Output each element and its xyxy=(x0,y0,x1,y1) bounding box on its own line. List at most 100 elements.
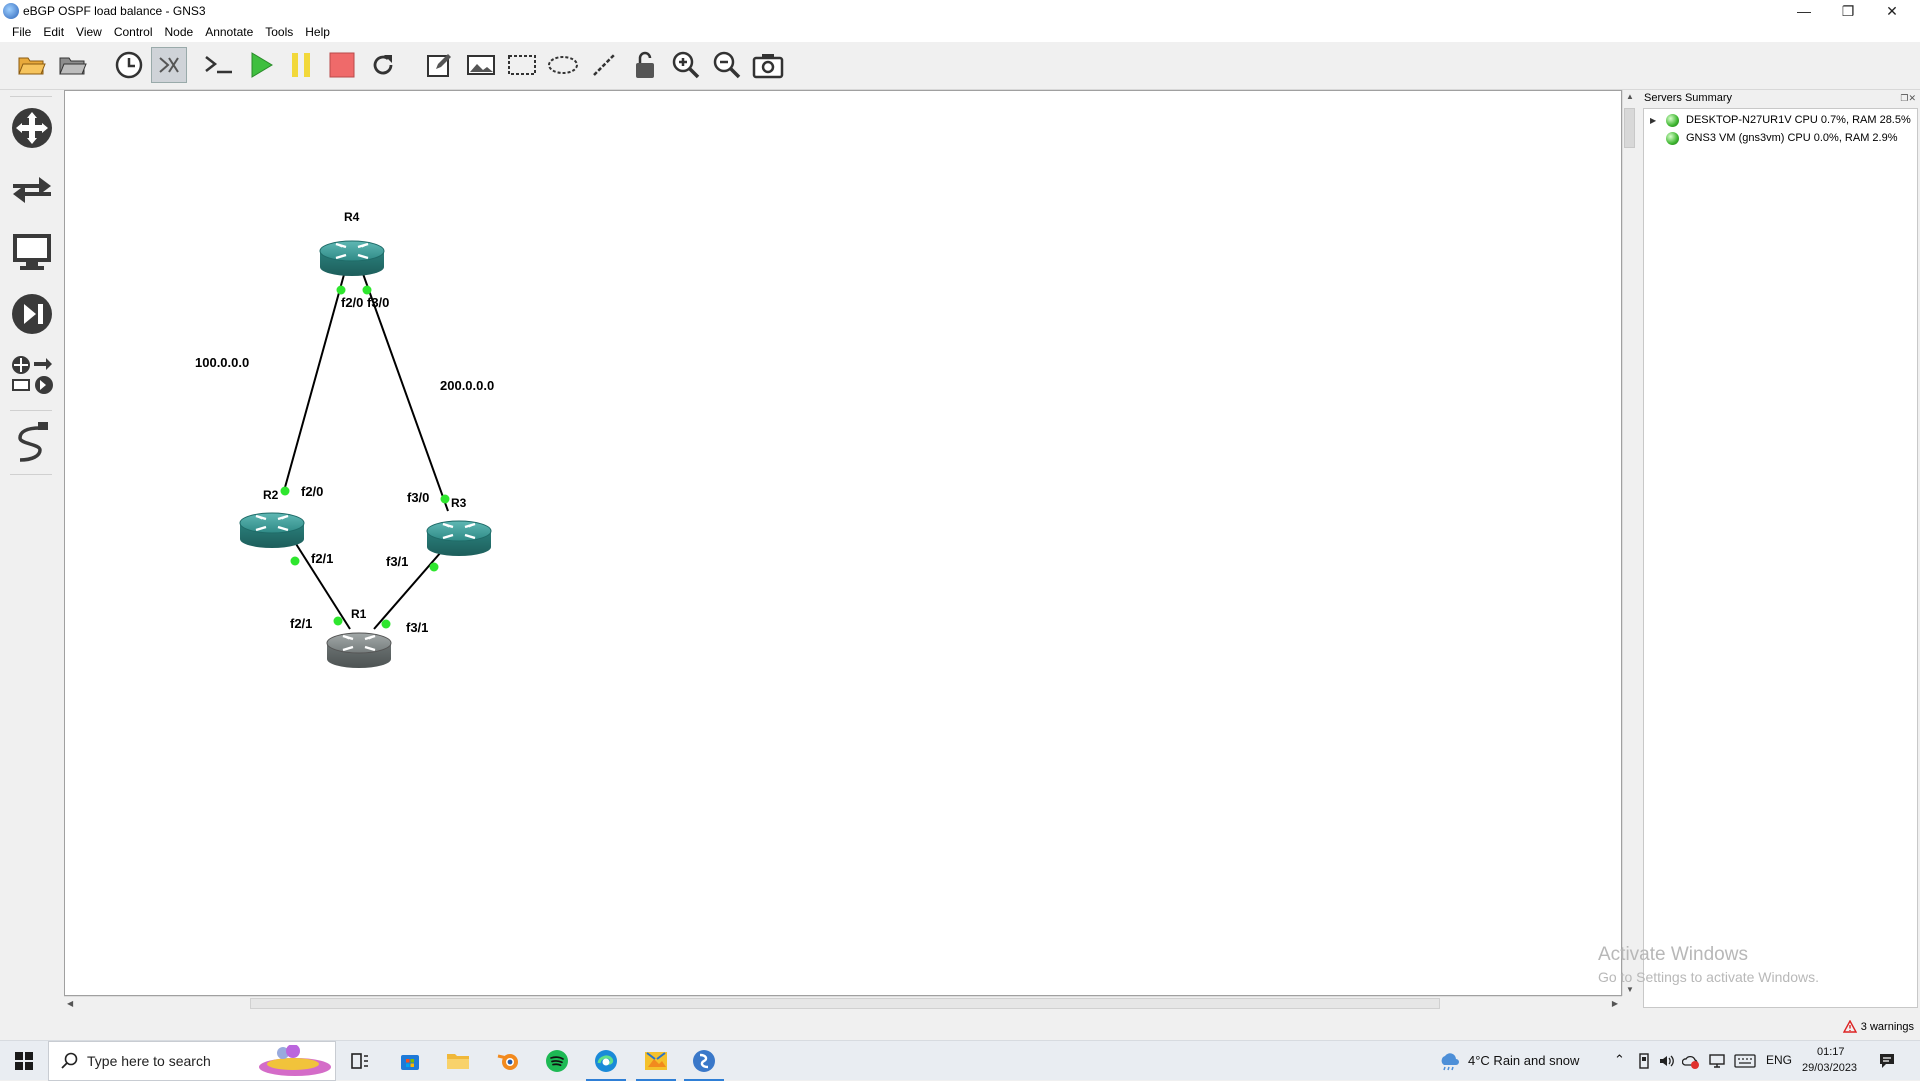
weather-icon[interactable] xyxy=(1438,1051,1460,1071)
screenshot-icon[interactable] xyxy=(750,47,786,83)
activate-windows-watermark: Activate Windows Go to Settings to activ… xyxy=(1598,944,1819,985)
browse-end-devices-icon[interactable] xyxy=(8,228,56,276)
menu-node[interactable]: Node xyxy=(159,25,200,39)
server-label: GNS3 VM (gns3vm) CPU 0.0%, RAM 2.9% xyxy=(1686,132,1898,144)
servers-summary-panel: Servers Summary ❐✕ ▶ DESKTOP-N27UR1V CPU… xyxy=(1640,90,1920,1010)
port-status-dot xyxy=(290,556,300,566)
add-link-icon[interactable] xyxy=(8,418,56,466)
node-label-r2: R2 xyxy=(263,488,279,502)
menu-edit[interactable]: Edit xyxy=(37,25,70,39)
gns3-taskbar-icon[interactable] xyxy=(680,1041,728,1081)
menu-annotate[interactable]: Annotate xyxy=(199,25,259,39)
servers-list: ▶ DESKTOP-N27UR1V CPU 0.7%, RAM 28.5% GN… xyxy=(1643,108,1918,1008)
node-label-r4: R4 xyxy=(344,210,360,224)
server-status-icon xyxy=(1666,131,1679,145)
insert-image-icon[interactable] xyxy=(463,47,499,83)
browse-switches-icon[interactable] xyxy=(8,166,56,214)
router-r2[interactable] xyxy=(239,512,305,548)
interface-label: f2/1 xyxy=(290,616,312,631)
clock-date[interactable]: 29/03/2023 xyxy=(1802,1062,1857,1074)
router-r1[interactable] xyxy=(326,632,392,668)
canvas-horizontal-scrollbar[interactable]: ◀ ▶ xyxy=(64,996,1622,1010)
restore-button[interactable]: ❐ xyxy=(1826,0,1870,22)
menu-tools[interactable]: Tools xyxy=(259,25,299,39)
scroll-down-arrow-icon[interactable]: ▼ xyxy=(1626,985,1634,994)
port-status-dot xyxy=(362,285,372,295)
input-language[interactable]: ENG xyxy=(1766,1053,1792,1067)
open-folder-icon[interactable] xyxy=(55,47,91,83)
dock-separator xyxy=(10,410,52,411)
stop-icon[interactable] xyxy=(324,47,360,83)
scroll-right-arrow-icon[interactable]: ▶ xyxy=(1612,999,1618,1008)
status-bar: 3 warnings xyxy=(0,1010,1920,1040)
scroll-left-arrow-icon[interactable]: ◀ xyxy=(67,999,73,1008)
gns3-app-icon xyxy=(3,3,19,19)
weather-text[interactable]: 4°C Rain and snow xyxy=(1468,1053,1579,1068)
zoom-out-icon[interactable] xyxy=(709,47,745,83)
router-r4[interactable] xyxy=(319,240,385,276)
menu-control[interactable]: Control xyxy=(108,25,159,39)
horizontal-scroll-thumb[interactable] xyxy=(250,998,1440,1009)
show-interface-labels-icon[interactable] xyxy=(151,47,187,83)
minimize-button[interactable]: — xyxy=(1782,0,1826,22)
dock-panel-buttons[interactable]: ❐✕ xyxy=(1900,93,1916,104)
lock-icon[interactable] xyxy=(627,47,663,83)
edge-browser-icon[interactable] xyxy=(582,1041,630,1081)
server-item[interactable]: GNS3 VM (gns3vm) CPU 0.0%, RAM 2.9% xyxy=(1644,129,1898,147)
windows-start-icon[interactable] xyxy=(0,1041,48,1081)
keyboard-icon[interactable] xyxy=(1734,1054,1756,1068)
console-icon[interactable] xyxy=(201,47,237,83)
onedrive-status-icon[interactable] xyxy=(1682,1053,1700,1069)
node-label-r1: R1 xyxy=(351,607,367,621)
router-r3[interactable] xyxy=(426,520,492,556)
link-r4-r2[interactable] xyxy=(283,270,346,492)
spotify-icon[interactable] xyxy=(533,1041,581,1081)
vertical-scroll-thumb[interactable] xyxy=(1624,108,1635,148)
snapshot-clock-icon[interactable] xyxy=(111,47,147,83)
draw-ellipse-icon[interactable] xyxy=(545,47,581,83)
open-project-icon[interactable] xyxy=(14,47,50,83)
canvas-vertical-scrollbar[interactable]: ▲ ▼ xyxy=(1622,90,1636,996)
warning-icon xyxy=(1842,1020,1857,1033)
activate-windows-subtitle: Go to Settings to activate Windows. xyxy=(1598,969,1819,985)
tray-overflow-chevron-icon[interactable]: ⌃ xyxy=(1614,1052,1625,1068)
close-button[interactable]: ✕ xyxy=(1870,0,1914,22)
interface-label: f3/1 xyxy=(406,620,428,635)
browse-security-devices-icon[interactable] xyxy=(8,290,56,338)
draw-rectangle-icon[interactable] xyxy=(504,47,540,83)
servers-summary-title: Servers Summary xyxy=(1644,92,1733,104)
task-view-icon[interactable] xyxy=(336,1041,384,1081)
suspend-icon[interactable] xyxy=(283,47,319,83)
topology-canvas[interactable]: R4 R2 R3 R1 100.0.0.0 200.0.0.0 f2/0 f3/… xyxy=(64,90,1622,996)
network-note[interactable]: 200.0.0.0 xyxy=(440,378,494,393)
server-label: DESKTOP-N27UR1V CPU 0.7%, RAM 28.5% xyxy=(1686,114,1911,126)
reload-icon[interactable] xyxy=(365,47,401,83)
zoom-in-icon[interactable] xyxy=(668,47,704,83)
blender-icon[interactable] xyxy=(484,1041,532,1081)
expand-arrow-icon[interactable]: ▶ xyxy=(1650,116,1662,125)
clock-time[interactable]: 01:17 xyxy=(1817,1046,1845,1058)
image-viewer-icon[interactable] xyxy=(632,1041,680,1081)
volume-icon[interactable] xyxy=(1658,1053,1674,1069)
interface-label: f2/1 xyxy=(311,551,333,566)
notifications-icon[interactable] xyxy=(1878,1052,1896,1070)
server-item[interactable]: ▶ DESKTOP-N27UR1V CPU 0.7%, RAM 28.5% xyxy=(1644,111,1911,129)
browse-routers-icon[interactable] xyxy=(8,104,56,152)
browse-all-devices-icon[interactable] xyxy=(8,352,56,400)
taskbar-search-box[interactable]: Type here to search xyxy=(48,1041,336,1081)
usb-device-icon[interactable] xyxy=(1637,1053,1651,1069)
menu-help[interactable]: Help xyxy=(299,25,336,39)
network-icon[interactable] xyxy=(1708,1053,1726,1069)
microsoft-store-icon[interactable] xyxy=(386,1041,434,1081)
menu-view[interactable]: View xyxy=(70,25,108,39)
draw-line-icon[interactable] xyxy=(586,47,622,83)
node-label-r3: R3 xyxy=(451,496,467,510)
file-explorer-icon[interactable] xyxy=(434,1041,482,1081)
scroll-up-arrow-icon[interactable]: ▲ xyxy=(1626,92,1634,101)
warnings-indicator[interactable]: 3 warnings xyxy=(1842,1020,1914,1033)
network-note[interactable]: 100.0.0.0 xyxy=(195,355,249,370)
port-status-dot xyxy=(381,619,391,629)
menu-file[interactable]: File xyxy=(6,25,37,39)
add-note-icon[interactable] xyxy=(421,47,457,83)
start-icon[interactable] xyxy=(243,47,279,83)
